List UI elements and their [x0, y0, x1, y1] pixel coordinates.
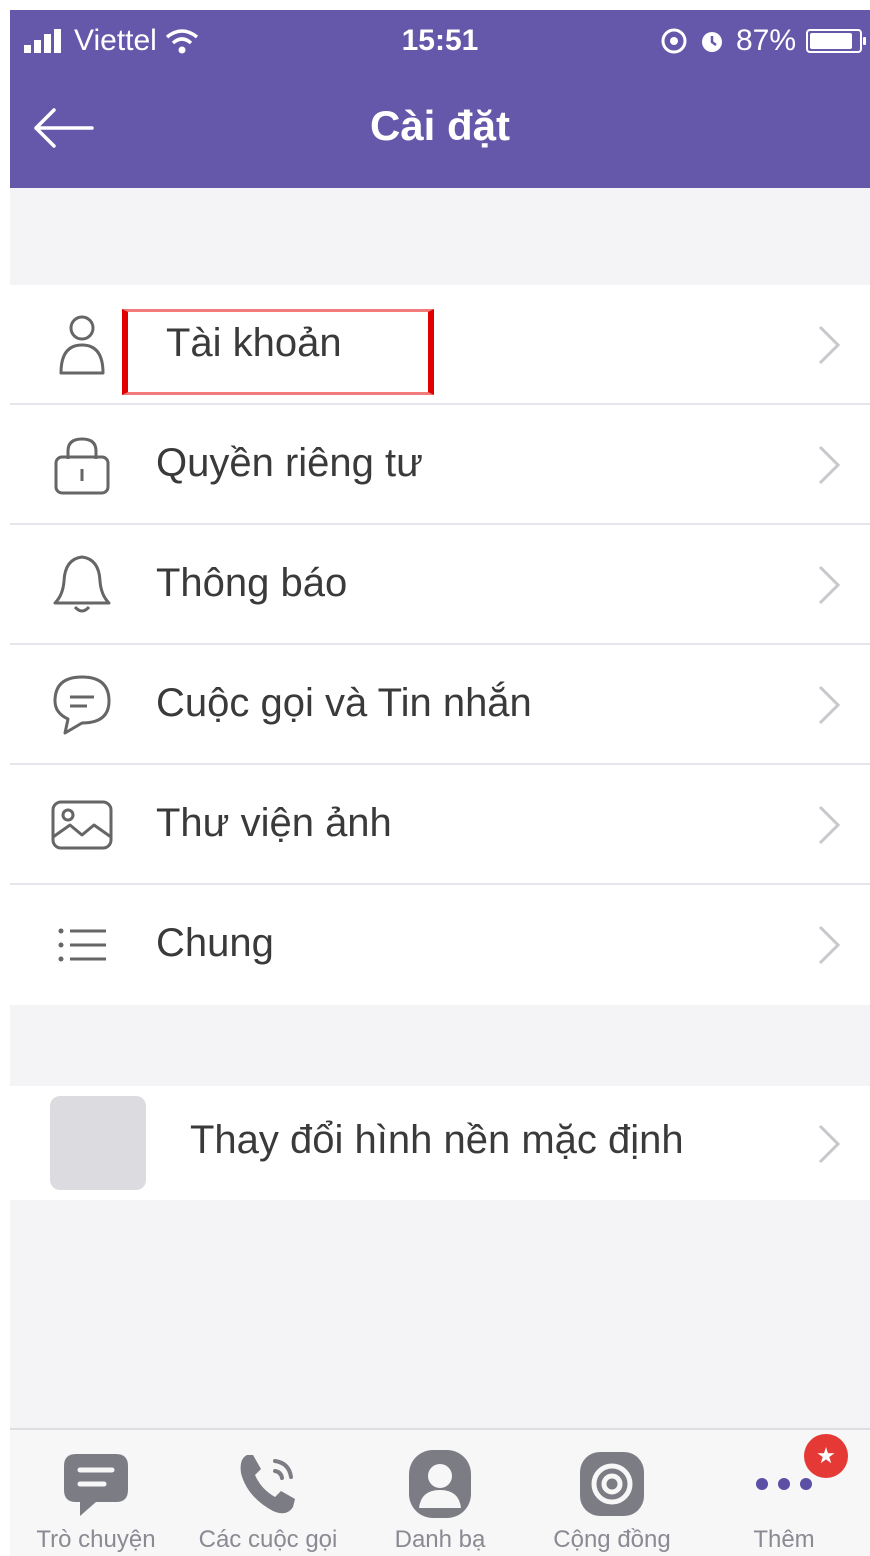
settings-item-label: Cuộc gọi và Tin nhắn: [156, 681, 532, 725]
tab-label: Cộng đồng: [553, 1526, 671, 1553]
chat-bubble-icon: [48, 673, 116, 737]
tab-calls[interactable]: Các cuộc gọi: [182, 1430, 354, 1556]
bell-icon: [48, 553, 116, 617]
highlight-box: [122, 309, 434, 395]
community-icon: [572, 1444, 652, 1524]
chevron-right-icon: [818, 445, 841, 485]
image-icon: [48, 793, 116, 857]
battery-icon: [806, 29, 866, 53]
tab-label: Các cuộc gọi: [198, 1526, 338, 1553]
settings-item-general[interactable]: Chung: [10, 885, 870, 1005]
settings-item-label: Chung: [156, 921, 274, 965]
settings-item-label: Thông báo: [156, 561, 348, 605]
settings-item-wallpaper[interactable]: Thay đổi hình nền mặc định: [10, 1086, 870, 1200]
tab-bar: Trò chuyện Các cuộc gọi Danh bạ Cộng đồn…: [10, 1428, 870, 1556]
settings-item-photo-library[interactable]: Thư viện ảnh: [10, 765, 870, 885]
chevron-right-icon: [818, 325, 841, 365]
settings-item-calls-messages[interactable]: Cuộc gọi và Tin nhắn: [10, 645, 870, 765]
tab-contacts[interactable]: Danh bạ: [354, 1430, 526, 1556]
battery-percent: 87%: [735, 24, 796, 57]
settings-item-notifications[interactable]: Thông báo: [10, 525, 870, 645]
settings-item-account[interactable]: Tài khoản: [10, 285, 870, 405]
chat-icon: [56, 1444, 136, 1524]
notification-badge: ★: [804, 1434, 848, 1478]
page-title: Cài đặt: [369, 102, 511, 149]
contact-icon: [400, 1444, 480, 1524]
status-bar: Viettel 15:51 87%: [10, 10, 870, 72]
settings-item-label: Thư viện ảnh: [156, 801, 392, 845]
tab-community[interactable]: Cộng đồng: [526, 1430, 698, 1556]
list-icon: [48, 913, 116, 977]
phone-icon: [228, 1444, 308, 1524]
app-header: Viettel 15:51 87% Cài đặt: [10, 10, 870, 188]
user-icon: [48, 313, 116, 377]
chevron-right-icon: [818, 1124, 841, 1164]
chevron-right-icon: [818, 565, 841, 605]
status-right: 87%: [660, 24, 866, 58]
orientation-lock-icon: [661, 28, 687, 54]
alarm-icon: [701, 32, 722, 52]
chevron-right-icon: [818, 805, 841, 845]
tab-label: Danh bạ: [394, 1526, 486, 1553]
chevron-right-icon: [818, 685, 841, 725]
lock-icon: [48, 433, 116, 497]
tab-label: Trò chuyện: [36, 1526, 156, 1553]
tab-label: Thêm: [753, 1526, 815, 1553]
chevron-right-icon: [818, 925, 841, 965]
tab-chats[interactable]: Trò chuyện: [10, 1430, 182, 1556]
settings-list: Tài khoản Quyền riêng tư Thông báo Cuộc …: [10, 285, 870, 1005]
wallpaper-label: Thay đổi hình nền mặc định: [190, 1118, 684, 1162]
settings-item-label: Quyền riêng tư: [156, 441, 423, 485]
wallpaper-thumbnail: [50, 1096, 146, 1190]
settings-item-privacy[interactable]: Quyền riêng tư: [10, 405, 870, 525]
tab-more[interactable]: ★ Thêm: [698, 1430, 870, 1556]
settings-screen: Viettel 15:51 87% Cài đặt Tài khoản Quyề…: [10, 10, 870, 1556]
